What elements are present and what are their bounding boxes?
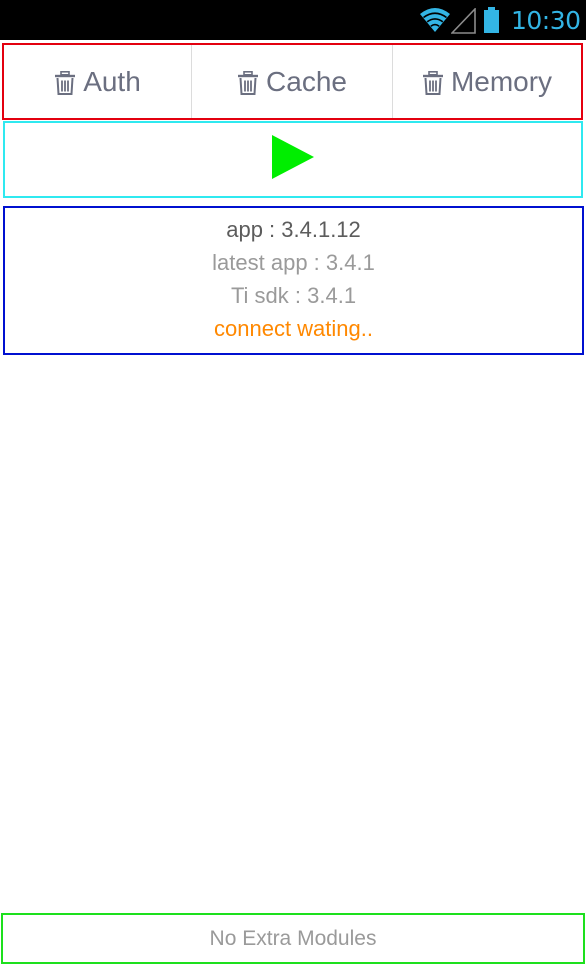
info-panel: app : 3.4.1.12 latest app : 3.4.1 Ti sdk… xyxy=(3,206,584,355)
clear-auth-label: Auth xyxy=(83,65,141,97)
trash-icon xyxy=(237,70,259,95)
extra-modules-bar: No Extra Modules xyxy=(1,913,585,964)
trash-icon xyxy=(422,70,444,95)
clock: 10:30 xyxy=(511,6,581,35)
extra-modules-text: No Extra Modules xyxy=(209,926,377,950)
clear-cache-button[interactable]: Cache xyxy=(192,45,393,118)
battery-icon xyxy=(483,7,500,39)
clear-auth-button[interactable]: Auth xyxy=(4,45,192,118)
signal-icon xyxy=(450,7,476,39)
clear-buttons-row: Auth Cache Memory xyxy=(2,43,583,120)
ti-sdk-version-text: Ti sdk : 3.4.1 xyxy=(230,283,357,308)
play-icon xyxy=(271,134,315,185)
wifi-icon xyxy=(419,6,451,38)
clear-cache-label: Cache xyxy=(266,65,347,97)
status-bar: 10:30 xyxy=(0,0,586,40)
connection-status-text: connect wating.. xyxy=(214,316,373,341)
latest-app-version-text: latest app : 3.4.1 xyxy=(212,250,375,275)
app-version-text: app : 3.4.1.12 xyxy=(226,217,361,242)
clear-memory-label: Memory xyxy=(450,65,553,97)
trash-icon xyxy=(54,70,76,95)
clear-memory-button[interactable]: Memory xyxy=(393,45,581,118)
app-screen: 10:30 Auth Cache Memory app: 3.4.1.12 l… xyxy=(0,0,586,966)
play-button[interactable] xyxy=(3,121,583,198)
